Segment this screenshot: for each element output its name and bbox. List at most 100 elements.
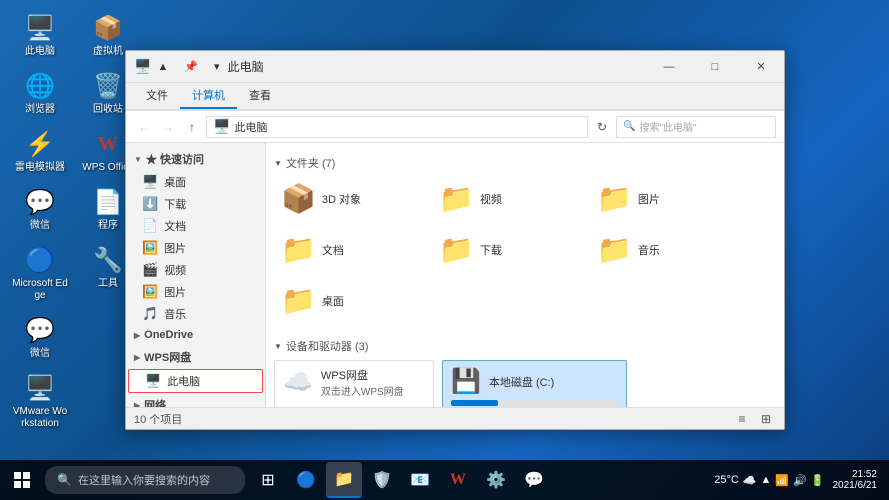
folder-documents-label: 文档 [322,242,344,258]
c-drive-label: 本地磁盘 (C:) [489,374,554,390]
ribbon-tab-file[interactable]: 文件 [134,83,180,109]
desktop-sidebar-icon: 🖥️ [142,174,158,190]
explorer-icon: 🖥️ [134,58,151,75]
sidebar-section-quickaccess[interactable]: ▼ ★ 快速访问 [126,147,265,171]
toolbar-btn[interactable]: ▾ [214,60,220,73]
wechat-icon-label: 微信 [30,220,50,232]
folder-music-label: 音乐 [638,242,660,258]
tool1-icon-label: 程序 [98,220,118,232]
wechat-icon: 💬 [24,186,56,218]
network-icon: 📶 [775,474,789,487]
pin-btn[interactable]: 📌 [184,60,198,73]
sidebar-section-onedrive[interactable]: ▶ OneDrive [126,325,265,345]
drives-section-label: 设备和驱动器 (3) [286,338,369,354]
drive-c[interactable]: 💾 本地磁盘 (C:) 71.3 GB 可用，共 99.3 GB [442,360,627,407]
search-box[interactable]: 🔍 搜索"此电脑" [616,116,776,138]
wps-label: WPS网盘 [144,349,191,365]
sidebar-item-music[interactable]: 🎵 音乐 [126,303,265,325]
drives-section-title: ▼ 设备和驱动器 (3) [274,334,776,360]
taskbar-search[interactable]: 🔍 在这里输入你要搜索的内容 [45,466,245,494]
drive-wps[interactable]: ☁️ WPS网盘 双击进入WPS网盘 [274,360,434,407]
desktop-icon-browser[interactable]: 🌐 浏览器 [8,66,72,120]
title-bar-text: 此电脑 [228,58,646,75]
tool1-icon: 📄 [92,186,124,218]
refresh-button[interactable]: ↻ [592,117,612,137]
taskbar-app-shield[interactable]: 🛡️ [364,462,400,498]
wps-arrow-icon: ▶ [134,353,140,362]
sidebar-item-downloads[interactable]: ⬇️ 下载 [126,193,265,215]
folder-videos[interactable]: 📁 视频 [432,177,582,220]
quickaccess-label: ★ 快速访问 [146,151,204,167]
computer-icon: 🖥️ [24,12,56,44]
desktop-icon-leidian[interactable]: ⚡ 雷电模拟器 [8,124,72,178]
forward-button[interactable]: → [158,117,178,137]
folder-videos-icon: 📁 [439,182,474,215]
taskbar-app-taskview[interactable]: ⊞ [250,462,286,498]
sidebar-section-wps[interactable]: ▶ WPS网盘 [126,345,265,369]
edge-icon-label: Microsoft Edge [12,278,68,302]
folder-desktop-label: 桌面 [322,293,344,309]
taskbar-app-edge[interactable]: 🔵 [288,462,324,498]
maximize-button[interactable]: □ [692,51,738,83]
sidebar-item-desktop[interactable]: 🖥️ 桌面 [126,171,265,193]
quick-access-btn[interactable]: ▲ [157,61,168,73]
arrow-up-icon: ▲ [761,474,772,486]
grid-view-button[interactable]: ⊞ [756,410,776,428]
list-view-button[interactable]: ≡ [732,410,752,428]
taskbar-time[interactable]: 21:52 2021/6/21 [833,469,886,491]
pictures2-sidebar-icon: 🖼️ [142,284,158,300]
sidebar-item-pictures2[interactable]: 🖼️ 图片 [126,281,265,303]
sound-icon: 🔊 [793,474,807,487]
taskbar-app-mail[interactable]: 📧 [402,462,438,498]
taskbar-app-folder[interactable]: 📁 [326,462,362,498]
sidebar-item-videos[interactable]: 🎬 视频 [126,259,265,281]
folder-downloads-icon: 📁 [439,233,474,266]
recycle-icon: 🗑️ [92,70,124,102]
desktop-icon-computer[interactable]: 🖥️ 此电脑 [8,8,72,62]
taskbar: 🔍 在这里输入你要搜索的内容 ⊞ 🔵 📁 🛡️ 📧 W ⚙️ 💬 25°C ☁️… [0,460,889,500]
ribbon-tab-view[interactable]: 查看 [237,83,283,109]
folder-music[interactable]: 📁 音乐 [590,228,740,271]
date-display: 2021/6/21 [833,480,878,491]
up-button[interactable]: ↑ [182,117,202,137]
folder-documents[interactable]: 📁 文档 [274,228,424,271]
folder-documents-icon: 📁 [281,233,316,266]
desktop-icon-wps-wechat[interactable]: 💬 微信 [8,310,72,364]
start-button[interactable] [4,462,40,498]
temp-icon: 25°C [714,474,739,486]
address-input[interactable]: 🖥️ 此电脑 [206,116,588,138]
taskbar-search-icon: 🔍 [57,473,72,487]
address-path-text: 此电脑 [234,119,267,135]
back-button[interactable]: ← [134,117,154,137]
sidebar-item-documents[interactable]: 📄 文档 [126,215,265,237]
taskbar-apps: ⊞ 🔵 📁 🛡️ 📧 W ⚙️ 💬 [250,462,552,498]
wps-drive-icon: ☁️ [283,368,313,397]
folder-pictures-icon: 📁 [597,182,632,215]
status-bar: 10 个项目 ≡ ⊞ [126,407,784,429]
folder-pictures[interactable]: 📁 图片 [590,177,740,220]
sidebar-item-pictures[interactable]: 🖼️ 图片 [126,237,265,259]
drive-grid: ☁️ WPS网盘 双击进入WPS网盘 💾 本地磁盘 (C:) [274,360,776,407]
computer-icon-label: 此电脑 [25,46,55,58]
desktop-icon-edge[interactable]: 🔵 Microsoft Edge [8,240,72,306]
close-button[interactable]: ✕ [738,51,784,83]
taskbar-app-settings[interactable]: ⚙️ [478,462,514,498]
battery-icon: 🔋 [811,474,825,487]
title-bar-controls: — □ ✕ [646,51,784,83]
wps-wechat-icon: 💬 [24,314,56,346]
tool2-icon: 🔧 [92,244,124,276]
desktop-icon-wechat[interactable]: 💬 微信 [8,182,72,236]
minimize-button[interactable]: — [646,51,692,83]
folder-downloads[interactable]: 📁 下载 [432,228,582,271]
folder-desktop[interactable]: 📁 桌面 [274,279,424,322]
taskbar-app-wps[interactable]: W [440,462,476,498]
recycle-icon-label: 回收站 [93,104,123,116]
notif-icons: 25°C ☁️ ▲ 📶 🔊 🔋 [710,474,828,487]
sidebar: ▼ ★ 快速访问 🖥️ 桌面 ⬇️ 下载 📄 文档 🖼️ 图片 [126,143,266,407]
sidebar-item-thispc[interactable]: 🖥️ 此电脑 [128,369,263,393]
ribbon-tab-computer[interactable]: 计算机 [180,83,237,109]
taskbar-app-wechat[interactable]: 💬 [516,462,552,498]
desktop-icon-vmware[interactable]: 🖥️ VMware Workstation [8,368,72,434]
sidebar-section-network[interactable]: ▶ 网络 [126,393,265,407]
folder-3d[interactable]: 📦 3D 对象 [274,177,424,220]
